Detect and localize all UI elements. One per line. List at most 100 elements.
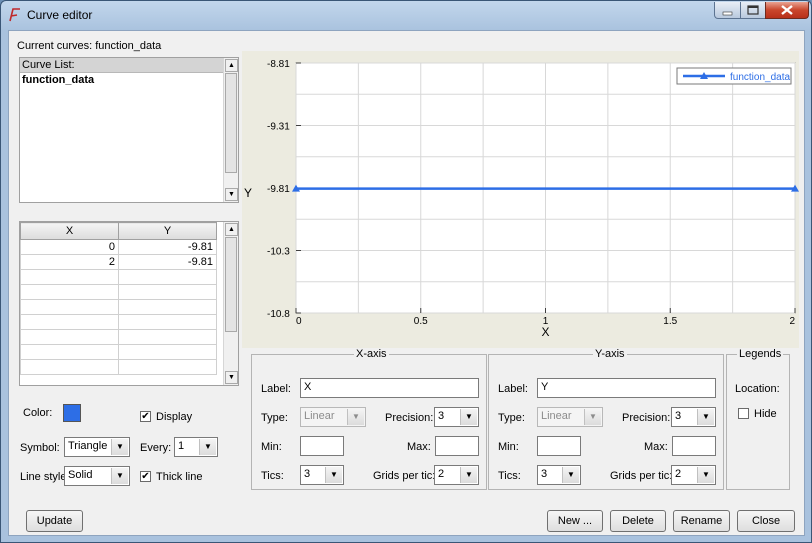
display-checkbox[interactable]: ✔ bbox=[140, 411, 151, 422]
scroll-thumb[interactable] bbox=[225, 237, 237, 332]
minimize-button[interactable] bbox=[714, 2, 741, 19]
table-row[interactable]: 2 -9.81 bbox=[20, 254, 217, 270]
x-max-input[interactable] bbox=[435, 436, 479, 456]
y-type-select[interactable]: Linear ▼ bbox=[537, 407, 603, 427]
y-precision-select[interactable]: 3 ▼ bbox=[671, 407, 716, 427]
y-tick-label: -8.81 bbox=[267, 59, 290, 70]
y-label-label: Label: bbox=[498, 383, 528, 395]
x-label-input[interactable]: X bbox=[300, 378, 479, 398]
curve-list-scrollbar[interactable]: ▲ ▼ bbox=[223, 58, 238, 202]
y-axis-title: Y bbox=[244, 186, 252, 200]
current-curves-label: Current curves: function_data bbox=[17, 40, 162, 52]
cell-y[interactable]: -9.81 bbox=[118, 239, 217, 255]
x-tick-label: 1.5 bbox=[663, 316, 677, 327]
cell-x[interactable] bbox=[20, 284, 119, 300]
close-window-button[interactable] bbox=[765, 2, 809, 19]
thick-line-checkbox[interactable]: ✔ bbox=[140, 471, 151, 482]
thick-line-label: Thick line bbox=[156, 471, 203, 483]
cell-x[interactable] bbox=[20, 359, 119, 375]
table-row[interactable] bbox=[20, 329, 217, 345]
table-row[interactable] bbox=[20, 299, 217, 315]
x-axis-group: X-axis Label: X Type: Linear ▼ Precision… bbox=[251, 348, 487, 490]
y-max-label: Max: bbox=[644, 441, 668, 453]
table-row[interactable] bbox=[20, 344, 217, 360]
scroll-down-icon[interactable]: ▼ bbox=[225, 371, 238, 384]
update-button[interactable]: Update bbox=[26, 510, 83, 532]
title-bar[interactable]: Curve editor bbox=[1, 1, 811, 29]
cell-y[interactable] bbox=[118, 284, 217, 300]
chevron-down-icon: ▼ bbox=[562, 467, 579, 483]
cell-y[interactable] bbox=[118, 359, 217, 375]
y-max-input[interactable] bbox=[672, 436, 716, 456]
column-header-y[interactable]: Y bbox=[118, 222, 217, 240]
cell-x[interactable] bbox=[20, 299, 119, 315]
cell-x[interactable]: 0 bbox=[20, 239, 119, 255]
line-style-select[interactable]: Solid ▼ bbox=[64, 466, 130, 486]
delete-button[interactable]: Delete bbox=[610, 510, 666, 532]
y-tick-label: -10.8 bbox=[267, 309, 290, 320]
y-type-value: Linear bbox=[541, 410, 572, 422]
hide-legend-checkbox[interactable] bbox=[738, 408, 749, 419]
close-button[interactable]: Close bbox=[737, 510, 795, 532]
scroll-thumb[interactable] bbox=[225, 73, 237, 173]
x-grids-value: 2 bbox=[438, 468, 445, 480]
x-min-input[interactable] bbox=[300, 436, 344, 456]
table-row[interactable]: 0 -9.81 bbox=[20, 239, 217, 255]
x-tick-label: 0.5 bbox=[414, 316, 428, 327]
y-tick-label: -9.31 bbox=[267, 122, 290, 133]
y-label-input[interactable]: Y bbox=[537, 378, 716, 398]
curve-list-header-label: Curve List: bbox=[22, 59, 75, 71]
y-tics-value: 3 bbox=[541, 468, 548, 480]
x-min-label: Min: bbox=[261, 441, 282, 453]
rename-button[interactable]: Rename bbox=[673, 510, 730, 532]
chevron-down-icon: ▼ bbox=[584, 409, 601, 425]
y-min-input[interactable] bbox=[537, 436, 581, 456]
cell-x[interactable] bbox=[20, 329, 119, 345]
column-header-x[interactable]: X bbox=[20, 222, 119, 240]
cell-y[interactable] bbox=[118, 329, 217, 345]
y-tick-label: -10.3 bbox=[267, 247, 290, 258]
table-scrollbar[interactable]: ▲ ▼ bbox=[223, 222, 238, 385]
x-type-select[interactable]: Linear ▼ bbox=[300, 407, 366, 427]
x-tick-label: 2 bbox=[789, 316, 795, 327]
y-tick-label: -9.81 bbox=[267, 184, 290, 195]
scroll-up-icon[interactable]: ▲ bbox=[225, 223, 238, 236]
every-select[interactable]: 1 ▼ bbox=[174, 437, 218, 457]
table-row[interactable] bbox=[20, 359, 217, 375]
curve-list-item[interactable]: function_data bbox=[22, 74, 94, 86]
cell-x[interactable] bbox=[20, 269, 119, 285]
close-icon bbox=[781, 5, 793, 15]
table-row[interactable] bbox=[20, 284, 217, 300]
cell-x[interactable]: 2 bbox=[20, 254, 119, 270]
y-tics-select[interactable]: 3 ▼ bbox=[537, 465, 581, 485]
maximize-button[interactable] bbox=[740, 2, 766, 19]
scroll-down-icon[interactable]: ▼ bbox=[225, 188, 238, 201]
x-tics-select[interactable]: 3 ▼ bbox=[300, 465, 344, 485]
cell-y[interactable]: -9.81 bbox=[118, 254, 217, 270]
color-label: Color: bbox=[23, 407, 53, 419]
y-grids-select[interactable]: 2 ▼ bbox=[671, 465, 716, 485]
new-curve-button[interactable]: New ... bbox=[547, 510, 603, 532]
xy-data-table[interactable]: X Y 0 -9.81 2 -9.81 ▲ ▼ bbox=[19, 221, 239, 386]
curve-list-header: Curve List: bbox=[20, 58, 223, 73]
scroll-up-icon[interactable]: ▲ bbox=[225, 59, 238, 72]
color-swatch-button[interactable] bbox=[63, 404, 81, 422]
table-row[interactable] bbox=[20, 269, 217, 285]
curve-list[interactable]: Curve List: function_data ▲ ▼ bbox=[19, 57, 239, 203]
cell-y[interactable] bbox=[118, 314, 217, 330]
hide-legend-label: Hide bbox=[754, 408, 777, 420]
cell-x[interactable] bbox=[20, 344, 119, 360]
client-area: Current curves: function_data Curve List… bbox=[8, 30, 805, 536]
x-max-label: Max: bbox=[407, 441, 431, 453]
table-row[interactable] bbox=[20, 314, 217, 330]
cell-y[interactable] bbox=[118, 344, 217, 360]
symbol-select[interactable]: Triangle ▼ bbox=[64, 437, 130, 457]
x-grids-select[interactable]: 2 ▼ bbox=[434, 465, 479, 485]
cell-y[interactable] bbox=[118, 299, 217, 315]
x-precision-select[interactable]: 3 ▼ bbox=[434, 407, 479, 427]
cell-x[interactable] bbox=[20, 314, 119, 330]
y-tics-label: Tics: bbox=[498, 470, 521, 482]
chart-panel: 0 0.5 1 1.5 2 -8.81 -9.31 -9.81 -10.3 -10.8 X Yfunc… bbox=[242, 51, 799, 348]
chevron-down-icon: ▼ bbox=[325, 467, 342, 483]
cell-y[interactable] bbox=[118, 269, 217, 285]
